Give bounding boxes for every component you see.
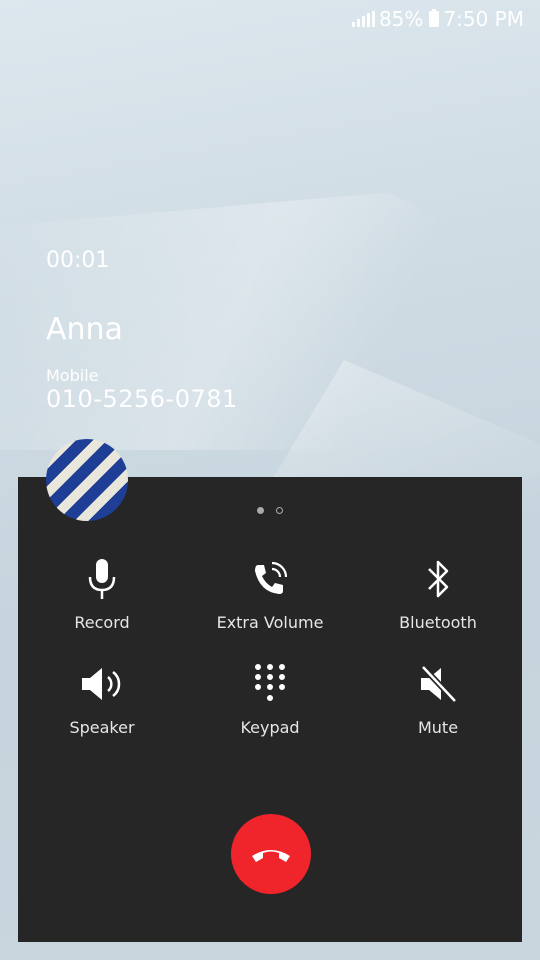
speaker-icon bbox=[80, 662, 124, 706]
mute-icon bbox=[416, 662, 460, 706]
call-controls-grid: Record Extra Volume Bluetooth Speaker Ke… bbox=[18, 557, 522, 737]
signal-icon bbox=[351, 11, 375, 27]
record-button[interactable]: Record bbox=[18, 557, 186, 632]
phone-volume-icon bbox=[248, 557, 292, 601]
bluetooth-button[interactable]: Bluetooth bbox=[354, 557, 522, 632]
clock: 7:50 PM bbox=[443, 7, 524, 31]
bluetooth-label: Bluetooth bbox=[399, 613, 477, 632]
avatar bbox=[46, 439, 128, 521]
call-control-panel: Record Extra Volume Bluetooth Speaker Ke… bbox=[18, 477, 522, 942]
bluetooth-icon bbox=[416, 557, 460, 601]
caller-number: 010-5256-0781 bbox=[46, 385, 238, 413]
hang-up-icon bbox=[252, 850, 290, 862]
battery-percent: 85% bbox=[378, 7, 424, 31]
keypad-icon bbox=[248, 662, 292, 706]
status-bar: 85% 7:50 PM bbox=[351, 6, 524, 32]
microphone-icon bbox=[80, 557, 124, 601]
mute-label: Mute bbox=[417, 718, 459, 737]
call-timer: 00:01 bbox=[46, 248, 110, 273]
page-dot-inactive[interactable] bbox=[276, 507, 283, 514]
record-label: Record bbox=[74, 613, 130, 632]
mute-button[interactable]: Mute bbox=[354, 662, 522, 737]
keypad-label: Keypad bbox=[240, 718, 300, 737]
keypad-button[interactable]: Keypad bbox=[186, 662, 354, 737]
speaker-button[interactable]: Speaker bbox=[18, 662, 186, 737]
extra-volume-label: Extra Volume bbox=[216, 613, 324, 632]
caller-number-type: Mobile bbox=[46, 366, 99, 385]
caller-name: Anna bbox=[46, 312, 123, 347]
end-call-button[interactable] bbox=[231, 814, 311, 894]
battery-icon bbox=[429, 9, 440, 27]
page-dot-active bbox=[257, 507, 264, 514]
extra-volume-button[interactable]: Extra Volume bbox=[186, 557, 354, 632]
speaker-label: Speaker bbox=[69, 718, 135, 737]
